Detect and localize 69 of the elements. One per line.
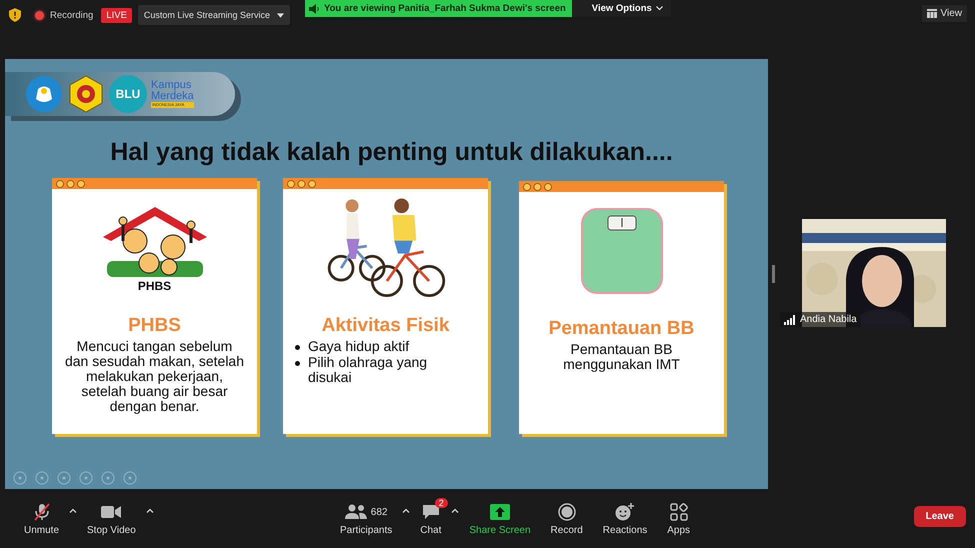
bullet-text: Pilih olahraga yang disukai: [308, 355, 428, 386]
caret-icon[interactable]: [402, 508, 410, 513]
view-button[interactable]: View: [922, 5, 967, 22]
card-text: Mencuci tangan sebelum dan sesudah makan, setelah melakukan pekerjaan, setelah buang air besar dengan benar.: [64, 339, 245, 415]
bullet-icon: [295, 361, 300, 366]
people-icon: [344, 504, 367, 520]
participant-count: 682: [370, 506, 388, 518]
phbs-logo-label: PHBS: [138, 279, 172, 293]
slide-control-icon[interactable]: [35, 471, 49, 485]
caret-icon: [656, 6, 663, 11]
recording-icon: [35, 10, 44, 20]
slide-title: Hal yang tidak kalah penting untuk dilakukan....: [109, 138, 674, 167]
toolbar-label: Reactions: [602, 525, 648, 536]
slide-control-icon[interactable]: [123, 471, 137, 485]
toolbar-button[interactable]: Record: [540, 500, 593, 538]
ministry-logo-icon: [25, 75, 63, 113]
muted-mic-icon: [32, 503, 50, 521]
toolbar-label: Participants: [340, 525, 392, 536]
view-options-button[interactable]: View Options: [572, 0, 671, 17]
shield-icon[interactable]: [9, 8, 21, 22]
leave-button[interactable]: Leave: [914, 506, 966, 527]
slide-control-icon[interactable]: [101, 471, 115, 485]
window-dots-icon: [287, 180, 316, 188]
bullet-icon: [295, 345, 300, 350]
slide-control-icon[interactable]: [57, 471, 71, 485]
participant-name: Andia Nabila: [800, 314, 857, 325]
card-heading: Aktivitas Fisik: [322, 315, 450, 337]
toolbar-button[interactable]: Reactions: [592, 500, 658, 538]
toolbar-button[interactable]: 682 Participants: [330, 500, 402, 538]
toolbar-button[interactable]: Share Screen: [459, 500, 541, 538]
toolbar-button[interactable]: Apps: [657, 500, 700, 538]
chat-icon: [422, 504, 440, 520]
viewing-banner: You are viewing Panitia_Farhah Sukma Dewi's screen: [305, 0, 572, 17]
toolbar-label: Chat: [420, 525, 442, 536]
toolbar-button[interactable]: Unmute: [14, 500, 70, 538]
card-heading: PHBS: [128, 315, 181, 337]
toolbar-label: Record: [550, 525, 583, 536]
live-badge: LIVE: [101, 8, 132, 22]
card-heading: Pemantauan BB: [548, 318, 694, 340]
merdeka-logo-text: Merdeka: [151, 91, 194, 102]
slide-control-icon[interactable]: [13, 471, 27, 485]
share-screen-icon: [490, 504, 510, 520]
bullet-text: Gaya hidup aktif: [308, 339, 410, 354]
caret-icon[interactable]: [451, 508, 460, 513]
window-dots-icon: [523, 182, 552, 190]
smiley-plus-icon: [615, 503, 636, 521]
recording-label: Recording: [50, 10, 94, 20]
unread-badge: 2: [434, 498, 448, 508]
stream-service-dropdown[interactable]: Custom Live Streaming Service: [138, 5, 290, 25]
grid-icon: [926, 9, 936, 18]
toolbar-button[interactable]: 2 Chat: [410, 500, 452, 538]
toolbar-label: Share Screen: [469, 525, 531, 536]
signal-icon: [784, 314, 796, 324]
kampus-logo-text: Kampus: [151, 80, 192, 91]
toolbar-button[interactable]: Stop Video: [77, 500, 146, 538]
slide-control-icon[interactable]: [79, 471, 93, 485]
resize-handle[interactable]: [772, 265, 775, 283]
card-text: Pemantauan BB menggunakan IMT: [562, 342, 681, 372]
university-logo-icon: [67, 75, 105, 113]
caret-icon[interactable]: [146, 508, 154, 513]
video-camera-icon: [101, 505, 122, 519]
blu-logo: BLU: [109, 75, 147, 113]
caret-icon: [276, 12, 284, 18]
speaker-icon: [309, 4, 320, 14]
caret-icon[interactable]: [69, 508, 78, 513]
record-icon: [558, 503, 576, 521]
apps-icon: [670, 503, 688, 521]
toolbar-label: Apps: [667, 525, 690, 536]
window-dots-icon: [56, 180, 85, 188]
